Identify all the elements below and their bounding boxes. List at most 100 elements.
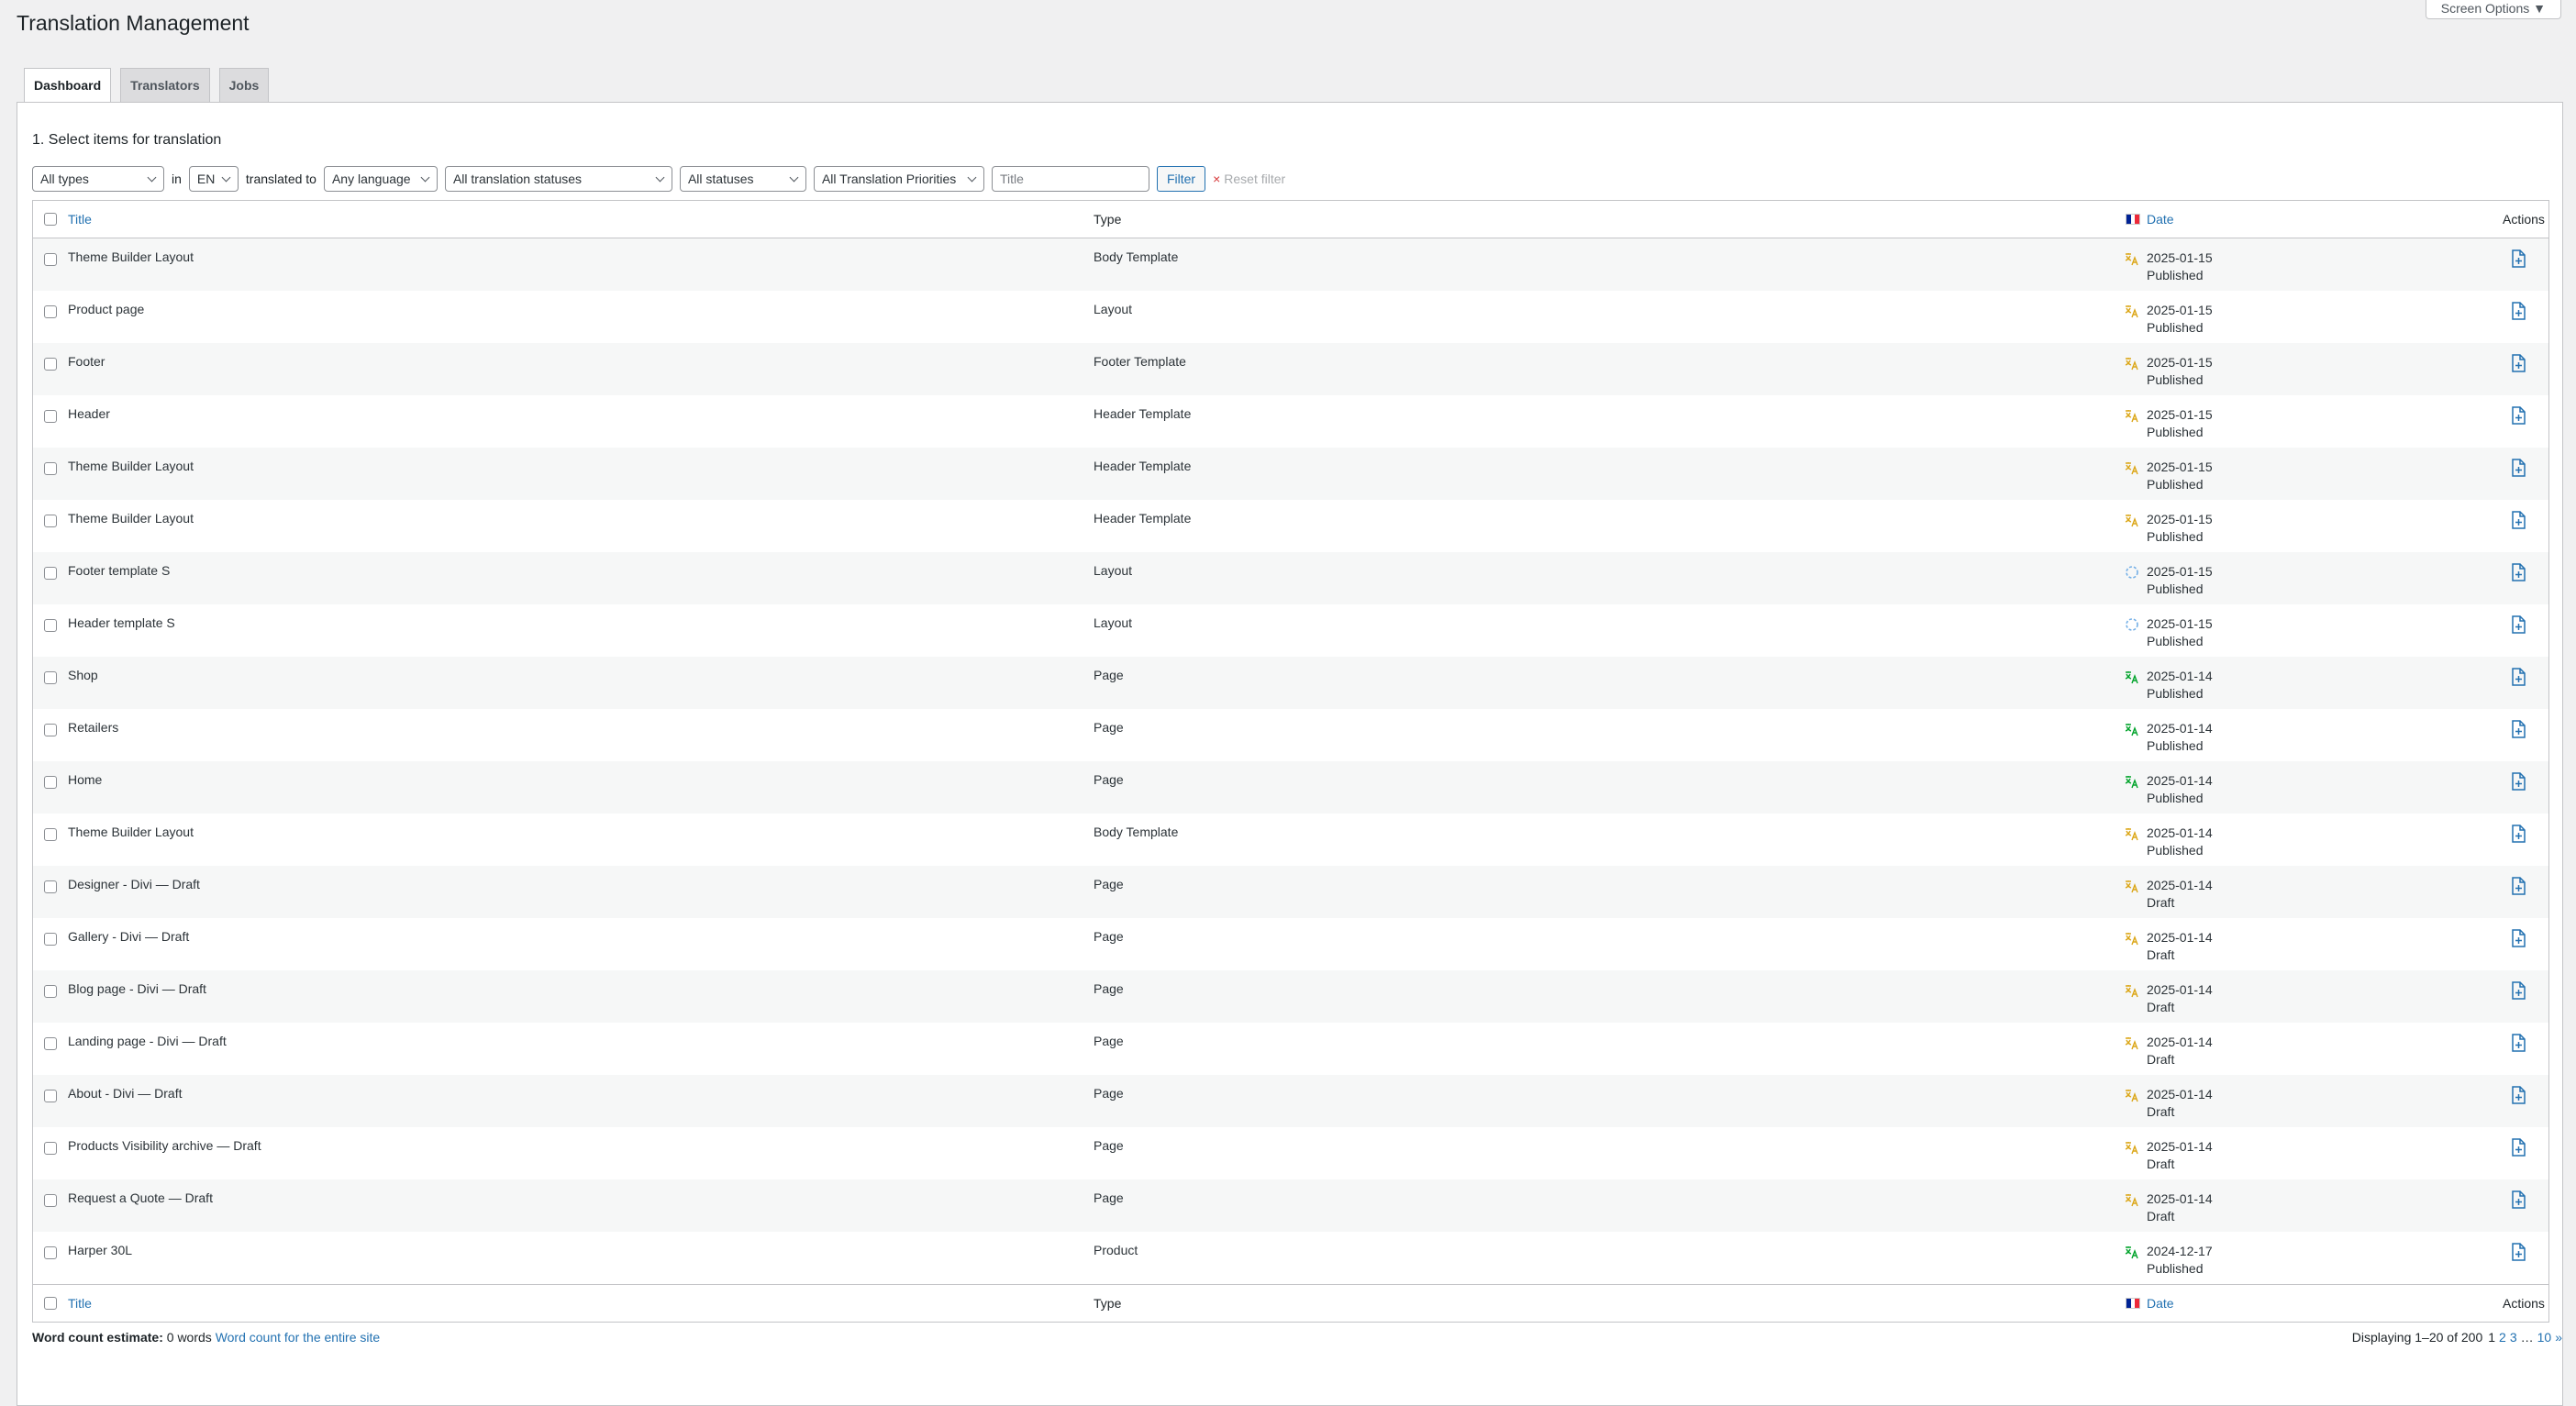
item-status: Draft xyxy=(2147,1104,2175,1119)
translated-icon[interactable] xyxy=(2125,722,2141,738)
in-progress-icon[interactable] xyxy=(2125,565,2141,581)
needs-translation-icon[interactable] xyxy=(2125,513,2141,529)
item-title: Footer xyxy=(68,354,105,369)
row-checkbox[interactable] xyxy=(44,253,57,266)
add-translation-job-icon[interactable] xyxy=(2510,720,2526,741)
add-translation-job-icon[interactable] xyxy=(2510,877,2526,898)
add-translation-job-icon[interactable] xyxy=(2510,772,2526,793)
tab-translators[interactable]: Translators xyxy=(120,68,210,102)
add-translation-job-icon[interactable] xyxy=(2510,615,2526,637)
item-date: 2025-01-15 xyxy=(2147,303,2213,317)
needs-translation-icon[interactable] xyxy=(2125,879,2141,895)
row-checkbox[interactable] xyxy=(44,1142,57,1155)
translated-to-label: translated to xyxy=(245,172,316,186)
add-translation-job-icon[interactable] xyxy=(2510,563,2526,584)
item-status: Published xyxy=(2147,372,2204,387)
needs-translation-icon[interactable] xyxy=(2125,460,2141,477)
sort-by-title-link[interactable]: Title xyxy=(68,212,92,227)
row-checkbox[interactable] xyxy=(44,567,57,580)
item-title: Retailers xyxy=(68,720,119,735)
translation-status-select[interactable]: All translation statuses xyxy=(444,166,672,192)
page-link[interactable]: 3 xyxy=(2510,1330,2517,1345)
page-link[interactable]: 2 xyxy=(2499,1330,2506,1345)
needs-translation-icon[interactable] xyxy=(2125,931,2141,947)
translated-icon[interactable] xyxy=(2125,670,2141,686)
add-translation-job-icon[interactable] xyxy=(2510,354,2526,375)
row-checkbox[interactable] xyxy=(44,305,57,318)
row-checkbox[interactable] xyxy=(44,776,57,789)
needs-translation-icon[interactable] xyxy=(2125,826,2141,843)
row-checkbox[interactable] xyxy=(44,515,57,527)
row-checkbox[interactable] xyxy=(44,985,57,998)
add-translation-job-icon[interactable] xyxy=(2510,459,2526,480)
needs-translation-icon[interactable] xyxy=(2125,1088,2141,1104)
row-checkbox[interactable] xyxy=(44,619,57,632)
word-count-site-link[interactable]: Word count for the entire site xyxy=(216,1330,381,1345)
select-all-checkbox[interactable] xyxy=(44,213,57,226)
table-row: Request a Quote — Draft Page 2025-01-14 Dra… xyxy=(33,1179,2548,1232)
row-checkbox[interactable] xyxy=(44,358,57,371)
add-translation-job-icon[interactable] xyxy=(2510,981,2526,1002)
add-translation-job-icon[interactable] xyxy=(2510,1190,2526,1212)
add-translation-job-icon[interactable] xyxy=(2510,929,2526,950)
target-language-select[interactable]: Any language xyxy=(323,166,438,192)
reset-filter-link[interactable]: × Reset filter xyxy=(1213,172,1285,186)
row-checkbox[interactable] xyxy=(44,1090,57,1102)
add-translation-job-icon[interactable] xyxy=(2510,1034,2526,1055)
item-type: Page xyxy=(1094,981,1124,996)
in-progress-icon[interactable] xyxy=(2125,617,2141,634)
add-translation-job-icon[interactable] xyxy=(2510,1138,2526,1159)
screen-options-button[interactable]: Screen Options ▼ xyxy=(2425,0,2561,19)
needs-translation-icon[interactable] xyxy=(2125,1192,2141,1209)
item-status: Published xyxy=(2147,425,2204,439)
translated-icon[interactable] xyxy=(2125,774,2141,791)
row-checkbox[interactable] xyxy=(44,1246,57,1259)
post-status-select[interactable]: All statuses xyxy=(679,166,806,192)
needs-translation-icon[interactable] xyxy=(2125,983,2141,1000)
item-date: 2025-01-14 xyxy=(2147,930,2213,945)
needs-translation-icon[interactable] xyxy=(2125,251,2141,268)
item-type: Page xyxy=(1094,720,1124,735)
next-page-link[interactable]: » xyxy=(2555,1330,2562,1345)
item-type: Body Template xyxy=(1094,249,1179,264)
title-search-input[interactable] xyxy=(991,166,1149,192)
sort-by-title-link-footer[interactable]: Title xyxy=(68,1296,92,1311)
select-all-checkbox-footer[interactable] xyxy=(44,1297,57,1310)
needs-translation-icon[interactable] xyxy=(2125,1140,2141,1157)
row-checkbox[interactable] xyxy=(44,410,57,423)
filter-button[interactable]: Filter xyxy=(1156,166,1206,192)
row-checkbox[interactable] xyxy=(44,1037,57,1050)
add-translation-job-icon[interactable] xyxy=(2510,302,2526,323)
row-checkbox[interactable] xyxy=(44,462,57,475)
page-link[interactable]: 10 xyxy=(2537,1330,2552,1345)
type-select[interactable]: All types xyxy=(32,166,164,192)
add-translation-job-icon[interactable] xyxy=(2510,1243,2526,1264)
source-language-select[interactable]: EN xyxy=(188,166,239,192)
needs-translation-icon[interactable] xyxy=(2125,356,2141,372)
add-translation-job-icon[interactable] xyxy=(2510,1086,2526,1107)
row-checkbox[interactable] xyxy=(44,933,57,946)
needs-translation-icon[interactable] xyxy=(2125,1035,2141,1052)
needs-translation-icon[interactable] xyxy=(2125,304,2141,320)
translated-icon[interactable] xyxy=(2125,1245,2141,1261)
row-checkbox[interactable] xyxy=(44,880,57,893)
row-checkbox[interactable] xyxy=(44,828,57,841)
item-date: 2025-01-15 xyxy=(2147,616,2213,631)
add-translation-job-icon[interactable] xyxy=(2510,511,2526,532)
sort-by-date-link-footer[interactable]: Date xyxy=(2147,1296,2174,1311)
item-status: Draft xyxy=(2147,1209,2175,1223)
item-date: 2025-01-14 xyxy=(2147,773,2213,788)
add-translation-job-icon[interactable] xyxy=(2510,825,2526,846)
tab-jobs[interactable]: Jobs xyxy=(218,68,270,102)
row-checkbox[interactable] xyxy=(44,724,57,736)
add-translation-job-icon[interactable] xyxy=(2510,249,2526,271)
row-checkbox[interactable] xyxy=(44,1194,57,1207)
needs-translation-icon[interactable] xyxy=(2125,408,2141,425)
row-checkbox[interactable] xyxy=(44,671,57,684)
add-translation-job-icon[interactable] xyxy=(2510,406,2526,427)
priority-select[interactable]: All Translation Priorities xyxy=(813,166,984,192)
page-link[interactable]: 1 xyxy=(2488,1330,2495,1345)
tab-dashboard[interactable]: Dashboard xyxy=(24,68,112,104)
add-translation-job-icon[interactable] xyxy=(2510,668,2526,689)
sort-by-date-link[interactable]: Date xyxy=(2147,212,2174,227)
